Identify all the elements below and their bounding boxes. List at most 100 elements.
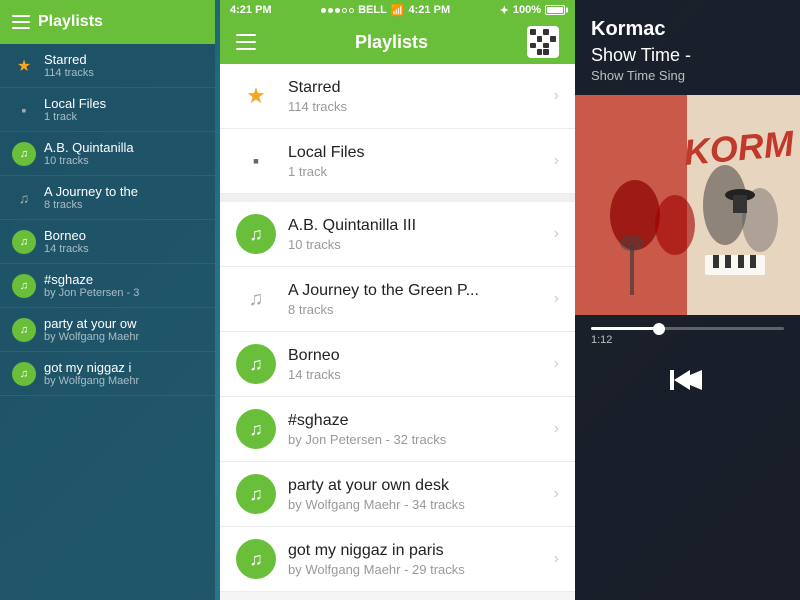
journey-icon-wrap: ♫ [236,279,276,319]
niggaz-name: got my niggaz in paris [288,542,546,560]
music-note-icon-niggaz: ♫ [12,362,36,386]
battery-fill [547,7,563,13]
chevron-icon-sghaze: › [554,420,559,438]
status-right: ✦ 100% [500,4,565,17]
local-sub: 1 track [288,164,546,179]
local-icon-wrap: ▪ [236,141,276,181]
music-note-icon-journey: ♫ [249,288,264,311]
chevron-icon-local: › [554,152,559,170]
chevron-icon-niggaz: › [554,550,559,568]
playlist-item-borneo[interactable]: ♫ Borneo 14 tracks › [220,332,575,397]
phone-nav-bar: Playlists [220,20,575,64]
hamburger-icon[interactable] [12,15,30,29]
playback-controls [575,358,800,402]
signal-dots [321,8,354,13]
borneo-sub: 14 tracks [288,367,546,382]
dot-3 [335,8,340,13]
music-note-icon-borneo: ♫ [12,230,36,254]
party-icon-wrap: ♫ [236,474,276,514]
status-time-center: 4:21 PM [409,4,451,16]
playlist-item-niggaz[interactable]: ♫ got my niggaz in paris by Wolfgang Mae… [220,527,575,592]
qr-code-icon[interactable] [527,26,559,58]
starred-icon-wrap: ★ [236,76,276,116]
chevron-icon-starred: › [554,87,559,105]
ab-sub: 10 tracks [288,237,546,252]
journey-sub: 8 tracks [288,302,546,317]
left-panel-header: Playlists [0,0,215,44]
local-name: Local Files [288,144,546,162]
journey-name: A Journey to the Green P... [288,282,546,300]
left-item-sghaze-name: #sghaze [44,272,203,287]
niggaz-sub: by Wolfgang Maehr - 29 tracks [288,562,546,577]
bluetooth-icon: ✦ [500,4,509,17]
left-item-niggaz-name: got my niggaz i [44,360,203,375]
left-item-starred[interactable]: ★ Starred 114 tracks [0,44,215,88]
chevron-icon-borneo: › [554,355,559,373]
borneo-icon-wrap: ♫ [236,344,276,384]
playlist-item-local[interactable]: ▪ Local Files 1 track › [220,129,575,194]
chevron-icon-journey: › [554,290,559,308]
ab-name: A.B. Quintanilla III [288,217,546,235]
playlist-item-ab[interactable]: ♫ A.B. Quintanilla III 10 tracks › [220,202,575,267]
sghaze-icon-wrap: ♫ [236,409,276,449]
music-note-icon-niggaz: ♫ [249,549,263,570]
playlist-container: ★ Starred 114 tracks › ▪ Local Files 1 t… [220,64,575,592]
left-item-sghaze-sub: by Jon Petersen - 3 [44,287,203,299]
dot-2 [328,8,333,13]
progress-area: 1:12 [575,315,800,358]
right-panel: Kormac Show Time - Show Time Sing KORM [575,0,800,600]
music-note-icon-borneo: ♫ [249,354,263,375]
left-item-niggaz[interactable]: ♫ got my niggaz i by Wolfgang Maehr [0,352,215,396]
progress-fill [591,327,659,330]
local-files-icon: ▪ [253,151,259,172]
playlist-item-party[interactable]: ♫ party at your own desk by Wolfgang Mae… [220,462,575,527]
time-labels: 1:12 [591,330,784,350]
album-art: KORM [575,95,800,315]
skip-back-button[interactable] [670,366,706,394]
progress-bar[interactable] [591,327,784,330]
status-bar: 4:21 PM BELL 📶 4:21 PM ✦ 100% [220,0,575,20]
sghaze-name: #sghaze [288,412,546,430]
left-item-starred-name: Starred [44,52,203,67]
star-icon: ★ [12,54,36,78]
left-item-ab-name: A.B. Quintanilla [44,140,203,155]
dot-5 [349,8,354,13]
playlist-item-starred[interactable]: ★ Starred 114 tracks › [220,64,575,129]
left-item-party[interactable]: ♫ party at your ow by Wolfgang Maehr [0,308,215,352]
wifi-icon: 📶 [391,4,405,17]
left-item-journey[interactable]: ♫ A Journey to the 8 tracks [0,176,215,220]
status-center: BELL 📶 4:21 PM [321,4,450,17]
section-divider [220,194,575,202]
dot-1 [321,8,326,13]
starred-name: Starred [288,79,546,97]
nav-hamburger-button[interactable] [236,34,256,50]
left-item-niggaz-sub: by Wolfgang Maehr [44,375,203,387]
borneo-name: Borneo [288,347,546,365]
playlist-item-sghaze[interactable]: ♫ #sghaze by Jon Petersen - 32 tracks › [220,397,575,462]
left-item-ab[interactable]: ♫ A.B. Quintanilla 10 tracks [0,132,215,176]
left-item-borneo[interactable]: ♫ Borneo 14 tracks [0,220,215,264]
battery-percent: 100% [513,4,541,16]
left-item-local-sub: 1 track [44,111,203,123]
right-album: Show Time - [575,45,800,68]
star-icon: ★ [246,83,266,109]
left-panel-title: Playlists [38,13,103,31]
battery-icon [545,5,565,15]
left-item-borneo-sub: 14 tracks [44,243,203,255]
left-item-journey-sub: 8 tracks [44,199,203,211]
left-item-borneo-name: Borneo [44,228,203,243]
current-time: 1:12 [591,334,612,346]
nav-title: Playlists [355,32,428,53]
chevron-icon-ab: › [554,225,559,243]
starred-sub: 114 tracks [288,99,546,114]
dot-4 [342,8,347,13]
music-note-icon-party: ♫ [12,318,36,342]
left-item-party-sub: by Wolfgang Maehr [44,331,203,343]
progress-knob[interactable] [653,323,665,335]
ab-icon-wrap: ♫ [236,214,276,254]
left-item-sghaze[interactable]: ♫ #sghaze by Jon Petersen - 3 [0,264,215,308]
local-files-icon: ▪ [12,98,36,122]
music-note-icon-journey: ♫ [12,186,36,210]
playlist-item-journey[interactable]: ♫ A Journey to the Green P... 8 tracks › [220,267,575,332]
left-item-local[interactable]: ▪ Local Files 1 track [0,88,215,132]
